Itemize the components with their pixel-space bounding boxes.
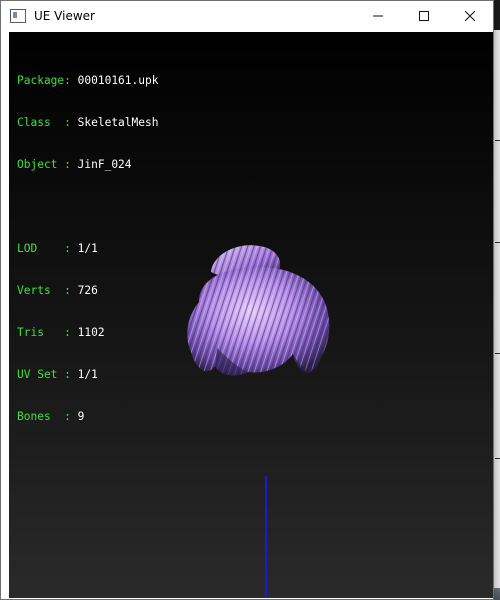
window-title: UE Viewer bbox=[34, 9, 95, 23]
hair-mesh-model[interactable] bbox=[177, 228, 337, 388]
info-value: 9 bbox=[77, 410, 85, 423]
info-label: UV Set : bbox=[17, 368, 71, 381]
info-value: 1/1 bbox=[77, 368, 98, 381]
info-label: Tris : bbox=[17, 326, 71, 339]
info-row-package: Package: 00010161.upk bbox=[17, 74, 158, 88]
close-icon bbox=[465, 11, 475, 21]
info-row-bones: Bones : 9 bbox=[17, 410, 158, 424]
axis-indicator bbox=[265, 476, 267, 598]
ue-viewer-window: UE Viewer Package: 00010161.upk Class : … bbox=[0, 0, 494, 600]
info-row-lod: LOD : 1/1 bbox=[17, 242, 158, 256]
info-row-uvset: UV Set : 1/1 bbox=[17, 368, 158, 382]
info-value: 1/1 bbox=[77, 242, 98, 255]
info-value: 726 bbox=[77, 284, 98, 297]
title-bar[interactable]: UE Viewer bbox=[1, 1, 493, 31]
minimize-icon bbox=[373, 15, 383, 17]
3d-viewport[interactable]: Package: 00010161.upk Class : SkeletalMe… bbox=[9, 32, 493, 598]
app-icon bbox=[10, 9, 26, 23]
info-label: Package: bbox=[17, 74, 71, 87]
info-label: Object : bbox=[17, 158, 71, 171]
info-value: 1102 bbox=[77, 326, 105, 339]
info-row-verts: Verts : 726 bbox=[17, 284, 158, 298]
minimize-button[interactable] bbox=[355, 1, 401, 31]
info-label: Bones : bbox=[17, 410, 71, 423]
info-label: LOD : bbox=[17, 242, 71, 255]
info-value: 00010161.upk bbox=[77, 74, 159, 87]
info-label: Verts : bbox=[17, 284, 71, 297]
maximize-button[interactable] bbox=[401, 1, 447, 31]
maximize-icon bbox=[419, 11, 429, 21]
info-label: Class : bbox=[17, 116, 71, 129]
info-value: JinF_024 bbox=[77, 158, 132, 171]
mesh-info-overlay: Package: 00010161.upk Class : SkeletalMe… bbox=[17, 46, 158, 452]
info-row-class: Class : SkeletalMesh bbox=[17, 116, 158, 130]
info-row-object: Object : JinF_024 bbox=[17, 158, 158, 172]
window-controls bbox=[355, 1, 493, 31]
close-button[interactable] bbox=[447, 1, 493, 31]
info-value: SkeletalMesh bbox=[77, 116, 159, 129]
info-row-tris: Tris : 1102 bbox=[17, 326, 158, 340]
